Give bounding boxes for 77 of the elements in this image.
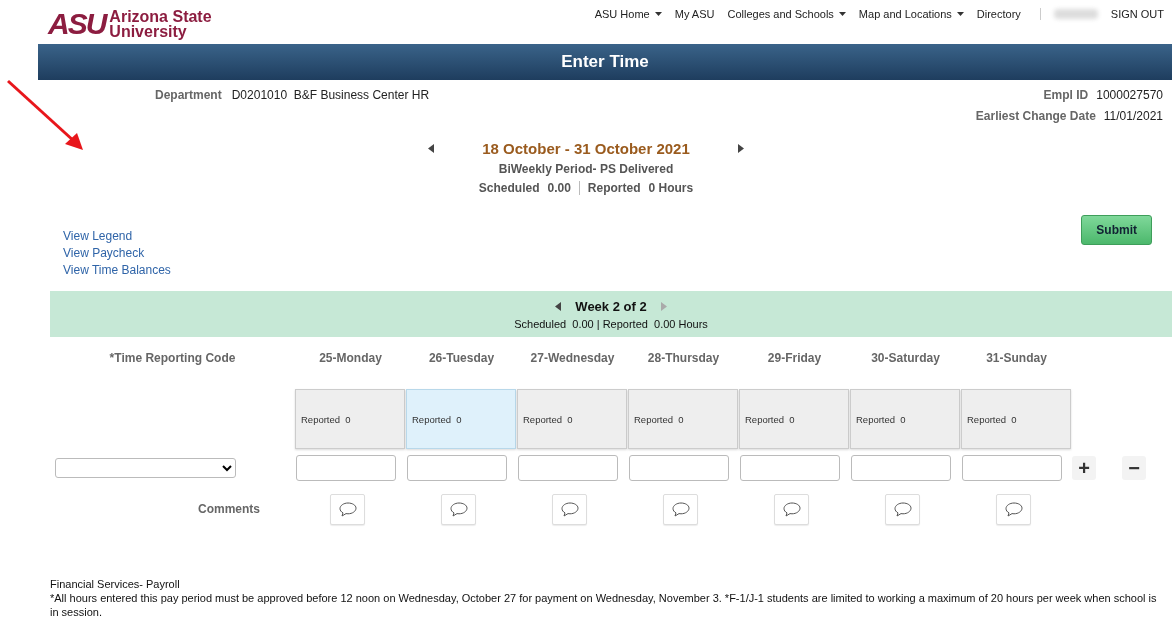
department-label: Department	[155, 88, 222, 104]
right-triangle-icon[interactable]	[737, 144, 744, 153]
logo-mark[interactable]: ASU	[48, 8, 106, 40]
nav-link[interactable]: Map and Locations	[858, 8, 964, 20]
hours-input[interactable]	[851, 455, 951, 481]
hours-input[interactable]	[962, 455, 1062, 481]
blurred-user-name	[1053, 9, 1098, 19]
week-summary: Scheduled 0.00 | Reported 0.00 Hours	[514, 317, 708, 330]
comment-button[interactable]	[996, 493, 1031, 525]
time-reporting-code-select[interactable]	[55, 458, 236, 478]
remove-row-button[interactable]: −	[1122, 456, 1146, 480]
hours-input[interactable]	[740, 455, 840, 481]
view-link[interactable]: View Legend	[63, 229, 171, 243]
comment-button[interactable]	[774, 493, 809, 525]
reported-value: 0 Hours	[648, 181, 694, 195]
hours-input[interactable]	[518, 455, 618, 481]
reported-cell[interactable]: Reported 0	[406, 389, 516, 449]
logo-name: Arizona State	[109, 9, 212, 24]
comment-button[interactable]	[885, 493, 920, 525]
submit-button[interactable]: Submit	[1081, 215, 1152, 245]
reported-label: Reported	[587, 181, 641, 195]
footer-note: *All hours entered this pay period must be approved before 12 noon on Wednesday, October 27 for payment on Wednesday, November 3. *F-1/J-1 students are limited to working a maximum of 20 hours per week when school is in session.	[50, 591, 1158, 619]
reported-cell[interactable]: Reported 0	[628, 389, 738, 449]
comment-button[interactable]	[441, 493, 476, 525]
day-header: 27-Wednesday	[530, 351, 615, 365]
left-triangle-icon[interactable]	[555, 301, 562, 311]
view-link[interactable]: View Time Balances	[63, 263, 171, 277]
footer-heading: Financial Services- Payroll	[50, 577, 181, 591]
speech-bubble-icon	[782, 501, 801, 517]
reported-cell[interactable]: Reported 0	[961, 389, 1071, 449]
logo-name: University	[109, 24, 188, 39]
empl-id-label: Empl ID	[1043, 88, 1089, 102]
period-range: 18 October - 31 October 2021	[482, 140, 690, 157]
day-header: 25-Monday	[319, 351, 382, 365]
caret-icon	[838, 12, 846, 16]
nav-link[interactable]: ASU Home	[594, 8, 662, 20]
comments-label: Comments	[197, 502, 261, 516]
comment-button[interactable]	[552, 493, 587, 525]
reported-cell[interactable]: Reported 0	[517, 389, 627, 449]
caret-icon	[956, 12, 964, 16]
day-header: 26-Tuesday	[428, 351, 495, 365]
week-title: Week 2 of 2	[575, 298, 647, 314]
speech-bubble-icon	[560, 501, 579, 517]
hours-input[interactable]	[407, 455, 507, 481]
day-header: 28-Thursday	[647, 351, 720, 365]
period-type: BiWeekly Period- PS Delivered	[498, 162, 674, 176]
earliest-change-date-label: Earliest Change Date	[975, 109, 1096, 123]
scheduled-value: 0.00	[547, 181, 571, 195]
empl-id-value: 1000027570	[1096, 88, 1163, 102]
nav-link[interactable]: Colleges and Schools	[727, 8, 846, 20]
reported-cell[interactable]: Reported 0	[850, 389, 960, 449]
nav-link[interactable]: Directory	[976, 8, 1021, 20]
department-value: D0201010 B&F Business Center HR	[231, 88, 430, 104]
reported-cell[interactable]: Reported 0	[295, 389, 405, 449]
speech-bubble-icon	[1004, 501, 1023, 517]
sign-out-link[interactable]: SIGN OUT	[1110, 8, 1164, 20]
nav-link[interactable]: My ASU	[674, 8, 715, 20]
view-link[interactable]: View Paycheck	[63, 246, 171, 260]
speech-bubble-icon	[671, 501, 690, 517]
column-header: *Time Reporting Code	[109, 351, 236, 365]
caret-icon	[654, 12, 662, 16]
hours-input[interactable]	[629, 455, 729, 481]
day-header: 29-Friday	[767, 351, 822, 365]
day-header: 31-Sunday	[986, 351, 1047, 365]
reported-cell[interactable]: Reported 0	[739, 389, 849, 449]
hours-input[interactable]	[296, 455, 396, 481]
scheduled-label: Scheduled	[478, 181, 540, 195]
earliest-change-date-value: 11/01/2021	[1103, 109, 1163, 123]
speech-bubble-icon	[338, 501, 357, 517]
left-triangle-icon[interactable]	[428, 144, 435, 153]
add-row-button[interactable]: +	[1072, 456, 1096, 480]
comment-button[interactable]	[330, 493, 365, 525]
speech-bubble-icon	[893, 501, 912, 517]
comment-button[interactable]	[663, 493, 698, 525]
speech-bubble-icon	[449, 501, 468, 517]
page-title: Enter Time	[561, 52, 649, 72]
day-header: 30-Saturday	[871, 351, 940, 365]
